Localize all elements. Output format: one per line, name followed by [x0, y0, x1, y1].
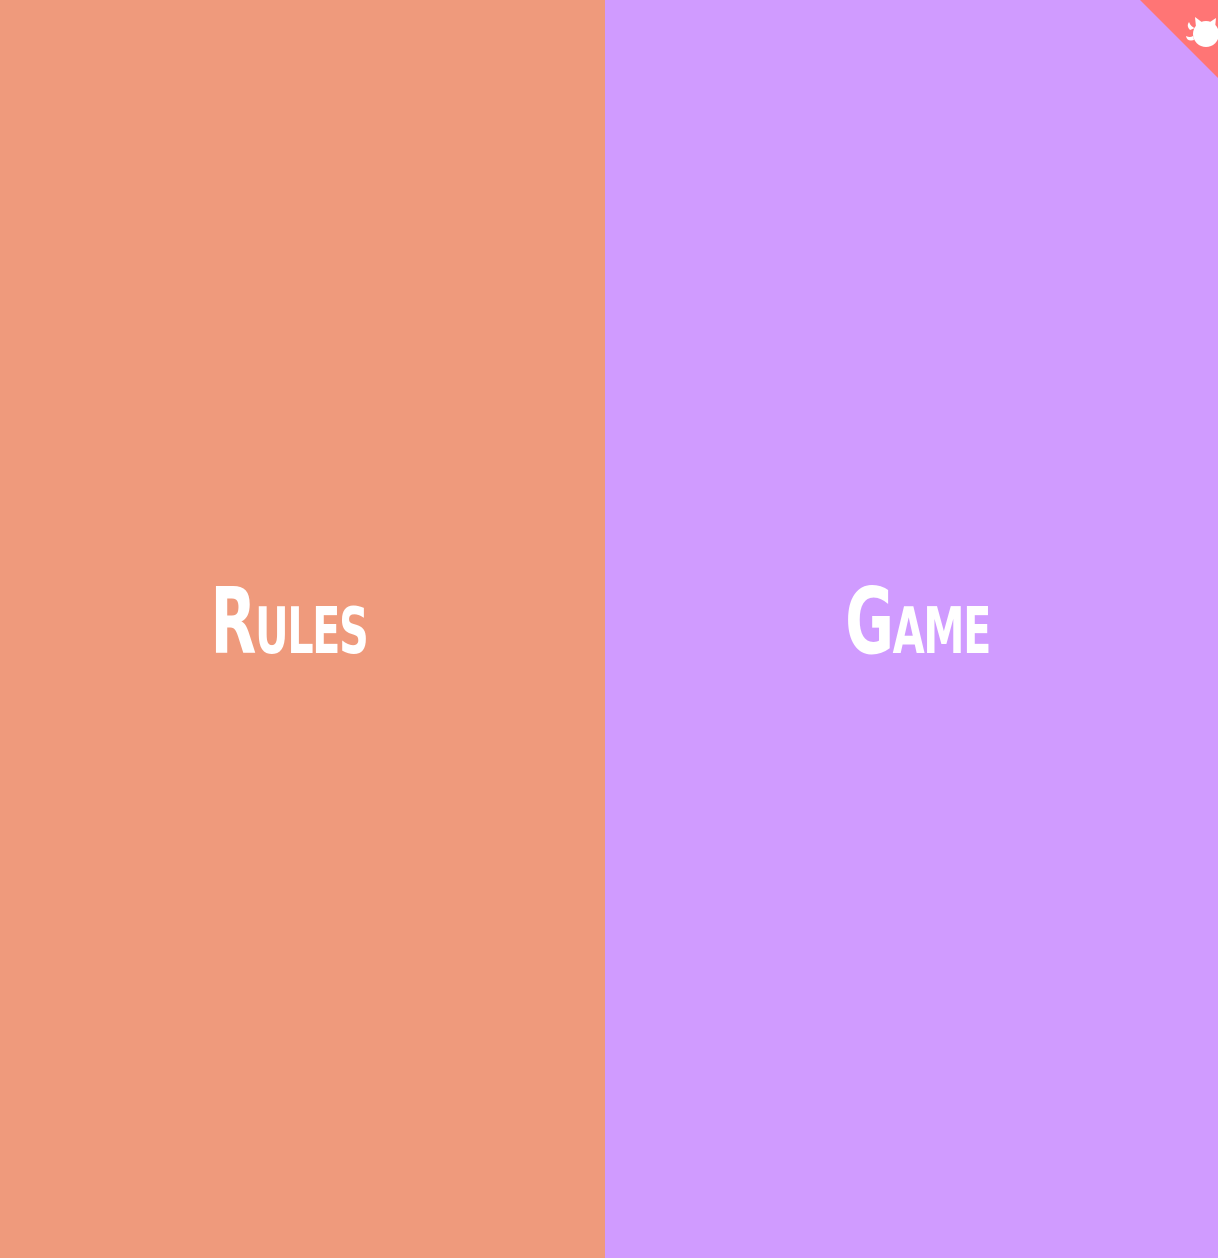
rules-label: Rules [210, 567, 368, 675]
github-corner-banner [1140, 0, 1218, 78]
split-screen: Rules Game [0, 0, 1218, 1258]
game-panel[interactable]: Game [605, 0, 1218, 1258]
github-corner-link[interactable] [1140, 0, 1218, 78]
rules-panel[interactable]: Rules [0, 0, 605, 1258]
game-label: Game [845, 567, 991, 675]
